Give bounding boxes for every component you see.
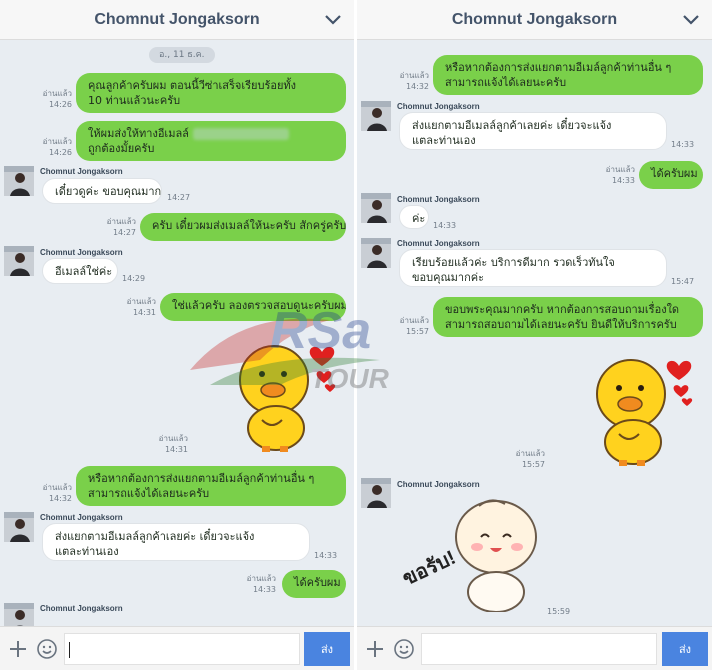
- message-input[interactable]: [64, 633, 300, 665]
- read-receipt: อ่านแล้ว 14:32: [399, 71, 429, 91]
- message-input[interactable]: [421, 633, 657, 665]
- emoji-icon[interactable]: [393, 638, 415, 660]
- avatar[interactable]: [361, 193, 391, 223]
- message-time: 14:33: [314, 551, 338, 560]
- read-receipt: อ่านแล้ว 14:26: [42, 89, 72, 109]
- message-outgoing[interactable]: ให้ผมส่งให้ทางอีเมลล์ ถูกต้องมั้ยครับ: [76, 121, 346, 161]
- composer: ส่ง: [0, 626, 354, 670]
- avatar-photo-icon: [4, 166, 34, 196]
- sender-name: Chomnut Jongaksorn: [397, 195, 480, 204]
- avatar-photo-icon: [4, 246, 34, 276]
- chat-pane-left: Chomnut Jongaksorn อ., 11 ธ.ค. อ่านแล้ว 1…: [0, 0, 354, 670]
- sticker-caption: ขอรับ!: [401, 547, 459, 591]
- sender-name: Chomnut Jongaksorn: [397, 480, 480, 489]
- message-incoming[interactable]: อีเมลล์ใช่ค่ะ: [42, 258, 118, 284]
- message-outgoing[interactable]: ครับ เดี๋ยวผมส่งเมลล์ให้นะครับ สักครู่คร…: [140, 213, 346, 241]
- message-incoming[interactable]: เดี๋ยวดูค่ะ ขอบคุณมาก: [42, 178, 162, 204]
- message-outgoing[interactable]: ขอบพระคุณมากครับ หากต้องการสอบถามเรื่องใ…: [433, 297, 703, 337]
- sender-name: Chomnut Jongaksorn: [40, 604, 123, 613]
- message-outgoing[interactable]: หรือหากต้องการส่งแยกตามอีเมล์ลูกค้าท่านอ…: [433, 55, 703, 95]
- chevron-down-icon[interactable]: [324, 11, 342, 29]
- sender-name: Chomnut Jongaksorn: [40, 513, 123, 522]
- chat-title: Chomnut Jongaksorn: [451, 10, 618, 28]
- split-screenshot: Chomnut Jongaksorn อ., 11 ธ.ค. อ่านแล้ว 1…: [0, 0, 712, 670]
- date-chip: อ., 11 ธ.ค.: [149, 47, 215, 63]
- sender-name: Chomnut Jongaksorn: [40, 167, 123, 176]
- read-receipt: อ่านแล้ว 15:57: [399, 316, 429, 336]
- avatar[interactable]: [361, 238, 391, 268]
- message-outgoing[interactable]: ได้ครับผม: [282, 570, 346, 598]
- message-incoming[interactable]: ส่งแยกตามอีเมลล์ลูกค้าเลยค่ะ เดี๋ยวจะแจ้…: [42, 523, 310, 561]
- sender-name: Chomnut Jongaksorn: [397, 102, 480, 111]
- send-button[interactable]: ส่ง: [662, 632, 708, 666]
- read-receipt: อ่านแล้ว 15:57: [515, 449, 545, 469]
- read-receipt: อ่านแล้ว 14:32: [42, 483, 72, 503]
- avatar-photo-icon: [361, 238, 391, 268]
- avatar[interactable]: [361, 101, 391, 131]
- plus-icon[interactable]: [8, 639, 28, 659]
- avatar[interactable]: [361, 478, 391, 508]
- message-list[interactable]: อ่านแล้ว 14:32 หรือหากต้องการส่งแยกตามอีเ…: [357, 40, 712, 626]
- message-outgoing[interactable]: หรือหากต้องการส่งแยกตามอีเมล์ลูกค้าท่านอ…: [76, 466, 346, 506]
- message-time: 14:33: [433, 221, 457, 230]
- avatar[interactable]: [4, 246, 34, 276]
- message-time: 14:33: [671, 140, 695, 149]
- duck-sticker-icon[interactable]: [591, 352, 701, 467]
- message-outgoing[interactable]: ใช่แล้วครับ ลองตรวจสอบดูนะครับผม: [160, 293, 346, 321]
- chat-title: Chomnut Jongaksorn: [94, 10, 260, 28]
- read-receipt: อ่านแล้ว 14:31: [126, 297, 156, 317]
- send-button[interactable]: ส่ง: [304, 632, 350, 666]
- message-incoming[interactable]: เรียบร้อยแล้วค่ะ บริการดีมาก รวดเร็วทันใ…: [399, 249, 667, 287]
- baby-sticker-icon[interactable]: ขอรับ!: [401, 492, 551, 612]
- read-receipt: อ่านแล้ว 14:33: [605, 165, 635, 185]
- chat-header: Chomnut Jongaksorn: [0, 0, 354, 40]
- message-time: 15:59: [547, 607, 571, 616]
- message-list[interactable]: อ., 11 ธ.ค. อ่านแล้ว 14:26 คุณลูกค้าครับผ…: [0, 40, 354, 633]
- read-receipt: อ่านแล้ว 14:26: [42, 137, 72, 157]
- avatar-photo-icon: [361, 193, 391, 223]
- avatar-photo-icon: [361, 478, 391, 508]
- message-incoming[interactable]: ส่งแยกตามอีเมลล์ลูกค้าเลยค่ะ เดี๋ยวจะแจ้…: [399, 112, 667, 150]
- avatar[interactable]: [4, 512, 34, 542]
- read-receipt: อ่านแล้ว 14:31: [158, 434, 188, 454]
- message-time: 14:27: [167, 193, 191, 202]
- avatar[interactable]: [4, 166, 34, 196]
- message-outgoing[interactable]: คุณลูกค้าครับผม ตอนนี้วีซ่าเสร็จเรียบร้อ…: [76, 73, 346, 113]
- message-time: 15:47: [671, 277, 695, 286]
- text-cursor: [69, 642, 70, 658]
- sender-name: Chomnut Jongaksorn: [40, 248, 123, 257]
- avatar-photo-icon: [4, 512, 34, 542]
- chat-pane-right: Chomnut Jongaksorn อ่านแล้ว 14:32 หรือหาก…: [357, 0, 712, 670]
- sender-name: Chomnut Jongaksorn: [397, 239, 480, 248]
- message-outgoing[interactable]: ได้ครับผม: [639, 161, 703, 189]
- plus-icon[interactable]: [365, 639, 385, 659]
- emoji-icon[interactable]: [36, 638, 58, 660]
- blurred-email: [192, 128, 289, 140]
- composer: ส่ง: [357, 626, 712, 670]
- message-time: 14:29: [122, 274, 146, 283]
- read-receipt: อ่านแล้ว 14:33: [246, 574, 276, 594]
- avatar-photo-icon: [361, 101, 391, 131]
- duck-sticker-icon[interactable]: [234, 338, 344, 453]
- chevron-down-icon[interactable]: [682, 11, 700, 29]
- read-receipt: อ่านแล้ว 14:27: [106, 217, 136, 237]
- message-incoming[interactable]: ค่ะ: [399, 205, 429, 229]
- chat-header: Chomnut Jongaksorn: [357, 0, 712, 40]
